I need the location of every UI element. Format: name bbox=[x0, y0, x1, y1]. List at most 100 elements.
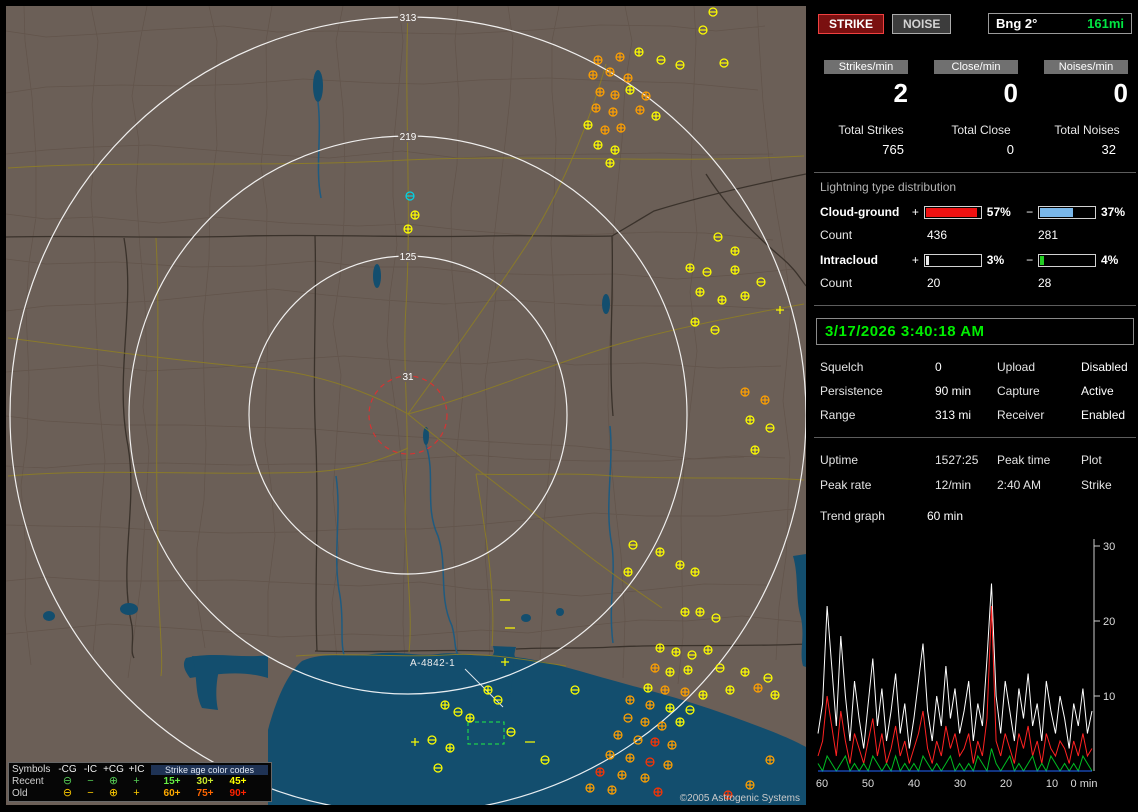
trend-graph-label: Trend graph bbox=[820, 509, 885, 523]
noise-indicator-button[interactable]: NOISE bbox=[892, 13, 952, 34]
datetime-display: 3/17/2026 3:40:18 AM bbox=[816, 318, 1134, 345]
lightning-map[interactable]: 313 219 125 31 A-4842-1 Symbols -CG -IC +CG… bbox=[6, 6, 806, 805]
age-code: 90+ bbox=[229, 788, 247, 799]
count-label: Count bbox=[820, 228, 853, 242]
receiver-status: Enabled bbox=[1081, 408, 1126, 422]
cloud-ground-label: Cloud-ground bbox=[820, 205, 900, 219]
intracloud-counts: Count 20 28 bbox=[820, 276, 1138, 290]
divider bbox=[814, 172, 1136, 173]
svg-text:31: 31 bbox=[402, 372, 414, 383]
ic-negative-bar bbox=[1038, 253, 1096, 267]
count-label: Count bbox=[820, 276, 853, 290]
svg-text:20: 20 bbox=[1103, 616, 1115, 628]
range-value: 313 mi bbox=[935, 408, 972, 422]
status-table: Squelch 0 Upload Disabled Persistence 90… bbox=[820, 360, 1138, 422]
legend-col-neg-ic: -IC bbox=[83, 764, 98, 775]
cg-positive-pct: 57% bbox=[986, 205, 1011, 219]
map-legend: Symbols -CG -IC +CG +IC Strike age color… bbox=[8, 762, 272, 802]
cg-negative-count: 281 bbox=[1038, 228, 1059, 242]
ic-positive-count: 20 bbox=[927, 276, 941, 290]
cg-negative-bar bbox=[1038, 205, 1096, 219]
age-code: 30+ bbox=[196, 776, 214, 787]
close-per-min-label: Close/min bbox=[934, 60, 1018, 74]
neg-ic-icon: − bbox=[87, 787, 94, 799]
pos-cg-icon: ⊕ bbox=[108, 775, 119, 787]
cloud-ground-row: Cloud-ground + 57% − 37% bbox=[820, 205, 1138, 219]
svg-text:10: 10 bbox=[1103, 691, 1115, 703]
persistence-value: 90 min bbox=[935, 384, 972, 398]
cg-negative-pct: 37% bbox=[1101, 205, 1126, 219]
distribution-title: Lightning type distribution bbox=[820, 180, 957, 194]
peak-rate-value: 12/min bbox=[935, 478, 972, 492]
capture-label: Capture bbox=[997, 384, 1040, 398]
capture-status: Active bbox=[1081, 384, 1114, 398]
pos-ic-icon: + bbox=[133, 775, 140, 787]
svg-text:30: 30 bbox=[954, 778, 966, 790]
copyright-text: ©2005 Astrogenic Systems bbox=[679, 793, 800, 804]
legend-col-pos-ic: +IC bbox=[128, 764, 145, 775]
control-panel: STRIKE NOISE Bng 2° 161mi Strikes/min Cl… bbox=[812, 0, 1138, 812]
upload-status: Disabled bbox=[1081, 360, 1128, 374]
squelch-label: Squelch bbox=[820, 360, 864, 374]
plot-mode-value: Strike bbox=[1081, 478, 1112, 492]
persistence-label: Persistence bbox=[820, 384, 883, 398]
svg-text:60: 60 bbox=[816, 778, 828, 790]
legend-symbols-header: Symbols bbox=[12, 764, 51, 775]
map-canvas: 313 219 125 31 bbox=[6, 6, 806, 805]
age-code: 45+ bbox=[229, 776, 247, 787]
neg-cg-icon: ⊖ bbox=[62, 775, 73, 787]
cg-positive-bar bbox=[924, 205, 982, 219]
total-strikes-value: 765 bbox=[882, 142, 904, 157]
noises-per-min-label: Noises/min bbox=[1044, 60, 1128, 74]
peak-time-label: Peak time bbox=[997, 453, 1051, 467]
strike-indicator-button[interactable]: STRIKE bbox=[818, 13, 885, 34]
age-code: 15+ bbox=[163, 776, 181, 787]
ic-negative-count: 28 bbox=[1038, 276, 1052, 290]
neg-ic-icon: − bbox=[87, 775, 94, 787]
divider bbox=[814, 437, 1136, 438]
cg-positive-count: 436 bbox=[927, 228, 948, 242]
total-noises-value: 32 bbox=[1101, 142, 1116, 157]
svg-text:40: 40 bbox=[908, 778, 920, 790]
intracloud-row: Intracloud + 3% − 4% bbox=[820, 253, 1138, 267]
range-label: Range bbox=[820, 408, 856, 422]
pos-cg-icon: ⊕ bbox=[108, 787, 119, 799]
totals: Total Strikes Total Close Total Noises 7… bbox=[816, 123, 1134, 157]
close-per-min-value: 0 bbox=[1003, 78, 1018, 108]
svg-text:219: 219 bbox=[400, 132, 417, 143]
neg-cg-icon: ⊖ bbox=[62, 787, 73, 799]
minus-sign: − bbox=[1026, 253, 1034, 267]
ic-negative-pct: 4% bbox=[1101, 253, 1119, 267]
legend-col-neg-cg: -CG bbox=[58, 764, 77, 775]
minus-sign: − bbox=[1026, 205, 1034, 219]
receiver-label: Receiver bbox=[997, 408, 1045, 422]
total-noises-label: Total Noises bbox=[1054, 123, 1120, 137]
legend-old-label: Old bbox=[12, 788, 28, 799]
rate-labels: Strikes/min Close/min Noises/min bbox=[816, 60, 1134, 74]
legend-recent-label: Recent bbox=[12, 776, 44, 787]
trend-window-value: 60 min bbox=[927, 509, 964, 523]
cloud-ground-counts: Count 436 281 bbox=[820, 228, 1138, 242]
age-code: 75+ bbox=[196, 788, 214, 799]
squelch-value: 0 bbox=[935, 360, 942, 374]
indicator-row: STRIKE NOISE Bng 2° 161mi bbox=[818, 13, 1132, 34]
strikes-per-min-value: 2 bbox=[893, 78, 908, 108]
svg-text:20: 20 bbox=[1000, 778, 1012, 790]
bearing-display: Bng 2° 161mi bbox=[988, 13, 1132, 34]
svg-text:10: 10 bbox=[1046, 778, 1058, 790]
age-code: 60+ bbox=[163, 788, 181, 799]
station-label: A-4842-1 bbox=[410, 658, 456, 669]
legend-age-title: Strike age color codes bbox=[151, 764, 268, 775]
legend-col-pos-cg: +CG bbox=[103, 764, 124, 775]
plus-sign: + bbox=[911, 205, 919, 219]
noises-per-min-value: 0 bbox=[1113, 78, 1128, 108]
ic-positive-bar bbox=[924, 253, 982, 267]
intracloud-label: Intracloud bbox=[820, 253, 879, 267]
total-strikes-label: Total Strikes bbox=[838, 123, 904, 137]
total-close-label: Total Close bbox=[951, 123, 1011, 137]
trend-graph: 10 20 30 60 50 40 30 20 10 0 min bbox=[816, 539, 1115, 790]
legend-row-old: Old ⊖ − ⊕ + 60+ 75+ 90+ bbox=[12, 787, 268, 800]
ic-positive-pct: 3% bbox=[986, 253, 1005, 267]
divider bbox=[814, 305, 1136, 306]
svg-text:0 min: 0 min bbox=[1071, 778, 1098, 790]
